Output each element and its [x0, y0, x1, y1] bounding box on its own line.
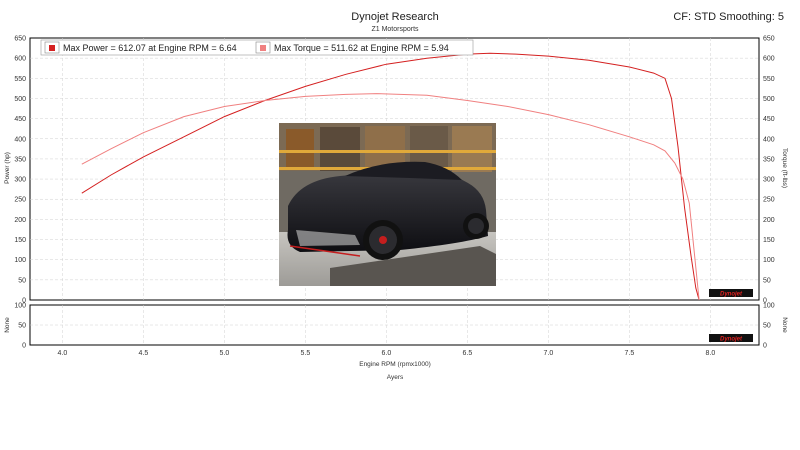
legend-torque-marker: [260, 45, 266, 51]
legend-power-label: Max Power = 612.07 at Engine RPM = 6.64: [63, 43, 237, 53]
secondary-y-label-right: None: [781, 317, 788, 333]
chart-subtitle: Z1 Motorsports: [371, 26, 419, 33]
secondary-y-tick-right: 0: [763, 343, 767, 350]
y-tick-label-left: 50: [18, 277, 26, 284]
chart-title: Dynojet Research: [351, 11, 438, 23]
legend-torque-label: Max Torque = 511.62 at Engine RPM = 5.94: [274, 43, 449, 53]
dynojet-logo-secondary: Dynojet: [709, 334, 753, 343]
y-axis-label-power: Power (hp): [4, 152, 11, 184]
car-photo: [279, 123, 496, 286]
y-tick-label-right: 350: [763, 156, 775, 163]
y-tick-label-right: 650: [763, 36, 775, 43]
y-tick-label-left: 300: [14, 177, 26, 184]
y-tick-label-left: 150: [14, 237, 26, 244]
y-tick-label-left: 250: [14, 197, 26, 204]
y-tick-label-right: 200: [763, 217, 775, 224]
secondary-y-tick-right: 100: [763, 303, 775, 310]
x-axis-label: Engine RPM (rpmx1000): [359, 361, 431, 368]
y-tick-label-left: 400: [14, 136, 26, 143]
x-tick-label: 5.5: [301, 350, 311, 357]
svg-text:Dynojet: Dynojet: [720, 337, 743, 343]
x-tick-label: 4.0: [58, 350, 68, 357]
secondary-y-tick-left: 50: [18, 323, 26, 330]
y-tick-label-left: 350: [14, 156, 26, 163]
secondary-y-tick-right: 50: [763, 323, 771, 330]
settings-label: CF: STD Smoothing: 5: [673, 11, 784, 23]
y-tick-label-left: 550: [14, 76, 26, 83]
x-axis-ticks: 4.0 4.5 5.0 5.5 6.0 6.5 7.0 7.5 8.0: [58, 350, 716, 357]
y-tick-label-left: 500: [14, 96, 26, 103]
x-tick-label: 7.5: [625, 350, 635, 357]
y-tick-label-right: 600: [763, 56, 775, 63]
y-tick-label-right: 300: [763, 177, 775, 184]
y-tick-label-left: 100: [14, 257, 26, 264]
dynojet-logo: Dynojet: [709, 289, 753, 298]
footer-label: Ayers: [387, 374, 404, 381]
x-tick-label: 6.0: [382, 350, 392, 357]
x-tick-label: 7.0: [544, 350, 554, 357]
y-tick-label-right: 50: [763, 277, 771, 284]
dyno-chart: Dynojet Research Z1 Motorsports CF: STD …: [4, 11, 788, 381]
y-tick-label-right: 550: [763, 76, 775, 83]
x-tick-label: 5.0: [220, 350, 230, 357]
secondary-y-tick-left: 100: [14, 303, 26, 310]
y-tick-label-right: 150: [763, 237, 775, 244]
y-axis-label-torque: Torque (ft-lbs): [781, 148, 788, 188]
legend: Max Power = 612.07 at Engine RPM = 6.64 …: [40, 39, 474, 56]
legend-power-marker: [49, 45, 55, 51]
y-tick-label-right: 400: [763, 136, 775, 143]
y-tick-label-right: 100: [763, 257, 775, 264]
x-tick-label: 6.5: [463, 350, 473, 357]
secondary-y-label-left: None: [4, 317, 11, 333]
y-tick-label-right: 500: [763, 96, 775, 103]
y-tick-label-left: 650: [14, 36, 26, 43]
y-tick-label-left: 600: [14, 56, 26, 63]
secondary-y-tick-left: 0: [22, 343, 26, 350]
svg-text:Dynojet: Dynojet: [720, 292, 743, 298]
secondary-plot-area: [29, 304, 760, 346]
y-tick-label-right: 250: [763, 197, 775, 204]
y-tick-label-left: 450: [14, 116, 26, 123]
y-tick-label-left: 200: [14, 217, 26, 224]
x-tick-label: 8.0: [706, 350, 716, 357]
y-tick-label-right: 450: [763, 116, 775, 123]
x-tick-label: 4.5: [139, 350, 149, 357]
